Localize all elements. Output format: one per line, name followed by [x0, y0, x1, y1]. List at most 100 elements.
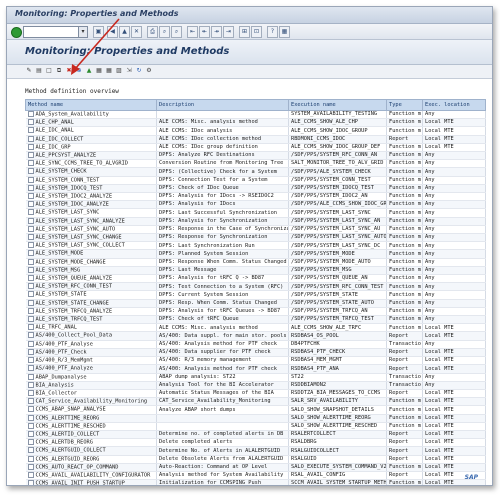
table-row[interactable]: AS/400_Collect_Pool_Data AS/400: Data sup… — [25, 331, 486, 341]
row-select-checkbox[interactable] — [27, 291, 34, 298]
table-row[interactable]: ALE_SYSTEM_STATE_CHANGE DPFS: Resp. When … — [25, 299, 486, 308]
row-select-checkbox[interactable] — [27, 209, 34, 216]
table-row[interactable]: ALE_PPCSYST_ANALYZE DPFS: Analyze RFC Des… — [25, 151, 486, 161]
table-row[interactable]: ALE_SYSTEM_LAST_SYNC DPFS: Last Successfu… — [25, 208, 486, 218]
new-session-icon[interactable]: ⊞ — [239, 26, 250, 38]
table-row[interactable]: ALE_SYSTEM_IDOC2_ANALYZE DPFS: Analysis f… — [25, 192, 486, 202]
table-row[interactable]: ALE_SYSTEM_RFC_CONN_TEST DPFS: Test Conne… — [25, 282, 486, 292]
table-row[interactable]: AS/400_PTF_Check AS/400: Data supplier fo… — [25, 348, 486, 358]
display-icon[interactable]: ▤ — [35, 67, 43, 75]
row-select-checkbox[interactable] — [27, 340, 34, 347]
table-row[interactable]: ALE_SYSTEM_TRFCQ_ANALYZE DPFS: Analysis f… — [25, 307, 486, 317]
row-select-checkbox[interactable] — [27, 348, 34, 355]
table-row[interactable]: CCMS_AVAIL_INIT_PUSH_STARTUP Initializati… — [25, 479, 486, 485]
ok-check-icon[interactable] — [11, 27, 22, 38]
table-row[interactable]: CCMS_ABAP_SNAP_ANALYSE Analyze ABAP short… — [25, 405, 486, 415]
row-select-checkbox[interactable] — [27, 406, 34, 413]
row-select-checkbox[interactable] — [27, 266, 34, 273]
table-row[interactable]: CCMS_ALERTTIME_REORG SALO_SHOW_ALERTTIME_… — [25, 414, 486, 423]
table-row[interactable]: ALE_SYNC_CCMS_TREE_TO_ALVGRID Conversion … — [25, 159, 486, 169]
table-row[interactable]: ALE_IDC_ANAL ALE CCMS: IDoc analysis ALE_C… — [25, 126, 486, 136]
table-row[interactable]: ALE_SYSTEM_CHECK DPFS: (Collective) Check… — [25, 167, 486, 177]
row-select-checkbox[interactable] — [27, 176, 34, 183]
command-field[interactable] — [23, 26, 79, 38]
refresh-icon[interactable]: ↻ — [135, 67, 143, 75]
command-history-dropdown-icon[interactable]: ▾ — [78, 26, 88, 38]
sort-descending-icon[interactable]: ▦ — [105, 67, 113, 75]
sort-ascending-icon[interactable]: ▦ — [95, 67, 103, 75]
row-select-checkbox[interactable] — [27, 111, 34, 117]
table-row[interactable]: ALE_SYSTEM_QUEUE_ANALYZE DPFS: Analysis f… — [25, 274, 486, 284]
row-select-checkbox[interactable] — [27, 480, 34, 485]
export-icon[interactable]: ⇲ — [125, 67, 133, 75]
row-select-checkbox[interactable] — [27, 225, 34, 232]
table-row[interactable]: ALE_SYSTEM_LAST_SYNC_COLLECT DPFS: Last S… — [25, 241, 486, 251]
row-select-checkbox[interactable] — [27, 250, 34, 257]
row-select-checkbox[interactable] — [27, 275, 34, 282]
table-row[interactable]: CCMS_ALERTTIME_RESCHED SALO_SHOW_ALERTTIM… — [25, 422, 486, 431]
create-icon[interactable]: □ — [45, 67, 53, 75]
row-select-checkbox[interactable] — [27, 373, 34, 380]
activate-icon[interactable]: ▲ — [85, 67, 93, 75]
table-row[interactable]: BIA_Analysis Analysis Tool for the BI Acc… — [25, 381, 486, 390]
row-select-checkbox[interactable] — [27, 160, 34, 167]
table-row[interactable]: CCMS_ALERTDB_REORG Delete completed alert… — [25, 438, 486, 448]
table-row[interactable]: ALE_SYSTEM_LAST_SYNC_ANALYZE DPFS: Analys… — [25, 217, 486, 226]
table-row[interactable]: ALE_IDC_GRP ALE CCMS: IDoc group definiti… — [25, 143, 486, 153]
copy-icon[interactable]: ⧉ — [55, 67, 63, 75]
print-icon[interactable]: ⎙ — [147, 26, 158, 38]
previous-page-icon[interactable]: ↞ — [199, 26, 210, 38]
row-select-checkbox[interactable] — [27, 316, 34, 323]
first-page-icon[interactable]: ⇤ — [187, 26, 198, 38]
table-row[interactable]: BIA_Collector Automatic Status Messages o… — [25, 389, 486, 399]
table-row[interactable]: ALE_SYSTEM_IDOC_ANALYZE DPFS: Analysis fo… — [25, 200, 486, 210]
column-header-type[interactable]: Type — [386, 99, 423, 111]
row-select-checkbox[interactable] — [27, 430, 34, 437]
settings-icon[interactable]: ⚙ — [145, 67, 153, 75]
row-select-checkbox[interactable] — [27, 324, 34, 331]
column-header-execution-name[interactable]: Execution name — [288, 99, 387, 111]
table-row[interactable]: AS/400_R/3_MemMgmt AS/400: R/3 memory man… — [25, 356, 486, 366]
column-header-method-name[interactable]: Method name — [25, 99, 157, 111]
row-select-checkbox[interactable] — [27, 152, 34, 159]
row-select-checkbox[interactable] — [27, 184, 34, 191]
layout-menu-icon[interactable]: ▦ — [279, 26, 290, 38]
next-page-icon[interactable]: ↠ — [211, 26, 222, 38]
table-row[interactable]: ALE_SYSTEM_LAST_SYNC_AUTO DPFS: Response … — [25, 225, 486, 235]
row-select-checkbox[interactable] — [27, 143, 34, 150]
row-select-checkbox[interactable] — [27, 463, 34, 470]
row-select-checkbox[interactable] — [27, 168, 34, 175]
row-select-checkbox[interactable] — [27, 201, 34, 208]
table-row[interactable]: ALE_SYSTEM_TRFCQ_TEST DPFS: Check of tRFC… — [25, 315, 486, 325]
row-select-checkbox[interactable] — [27, 242, 34, 249]
row-select-checkbox[interactable] — [27, 119, 34, 126]
row-select-checkbox[interactable] — [27, 422, 34, 429]
save-icon[interactable]: ▣ — [93, 26, 104, 38]
table-row[interactable]: ALE_CHP_ANAL ALE CCMS: Misc. analysis met… — [25, 118, 486, 128]
table-row[interactable]: ALE_IDC_COLLECT ALE CCMS: IDoc collection… — [25, 135, 486, 144]
find-icon[interactable]: ⌕ — [159, 26, 170, 38]
row-select-checkbox[interactable] — [27, 389, 34, 396]
table-row[interactable]: ALE_SYSTEM_MSG DPFS: Last Message/SDF/PPS… — [25, 266, 486, 276]
row-select-checkbox[interactable] — [27, 365, 34, 372]
where-used-icon[interactable]: ⊕ — [75, 67, 83, 75]
table-row[interactable]: ALE_SYSTEM_LAST_SYNC_CHANGE DPFS: Respons… — [25, 233, 486, 243]
table-row[interactable]: CAT_Service_Availability_Monitoring CAT_S… — [25, 397, 486, 407]
table-row[interactable]: CCMS_ALERTGUID_COLLECT Determine No. of A… — [25, 446, 486, 456]
cancel-icon[interactable]: ✕ — [131, 26, 142, 38]
row-select-checkbox[interactable] — [27, 455, 34, 462]
column-header-description[interactable]: Description — [156, 99, 289, 111]
column-header-exec-location[interactable]: Exec. location — [422, 99, 486, 111]
row-select-checkbox[interactable] — [27, 127, 34, 134]
row-select-checkbox[interactable] — [27, 258, 34, 265]
table-row[interactable]: AS/400_PTF_Analyse AS/400: Analysis metho… — [25, 340, 486, 349]
last-page-icon[interactable]: ⇥ — [223, 26, 234, 38]
table-row[interactable]: CCMS_ALERTGUID_REORG Delete Obsolete Aler… — [25, 455, 486, 464]
back-icon[interactable]: ◀ — [107, 26, 118, 38]
table-row[interactable]: ALE_SYSTEM_CONN_TEST DPFS: Connection Tes… — [25, 176, 486, 185]
find-next-icon[interactable]: ⌕ — [171, 26, 182, 38]
row-select-checkbox[interactable] — [27, 307, 34, 314]
help-icon[interactable]: ? — [267, 26, 278, 38]
row-select-checkbox[interactable] — [27, 471, 34, 478]
row-select-checkbox[interactable] — [27, 398, 34, 405]
